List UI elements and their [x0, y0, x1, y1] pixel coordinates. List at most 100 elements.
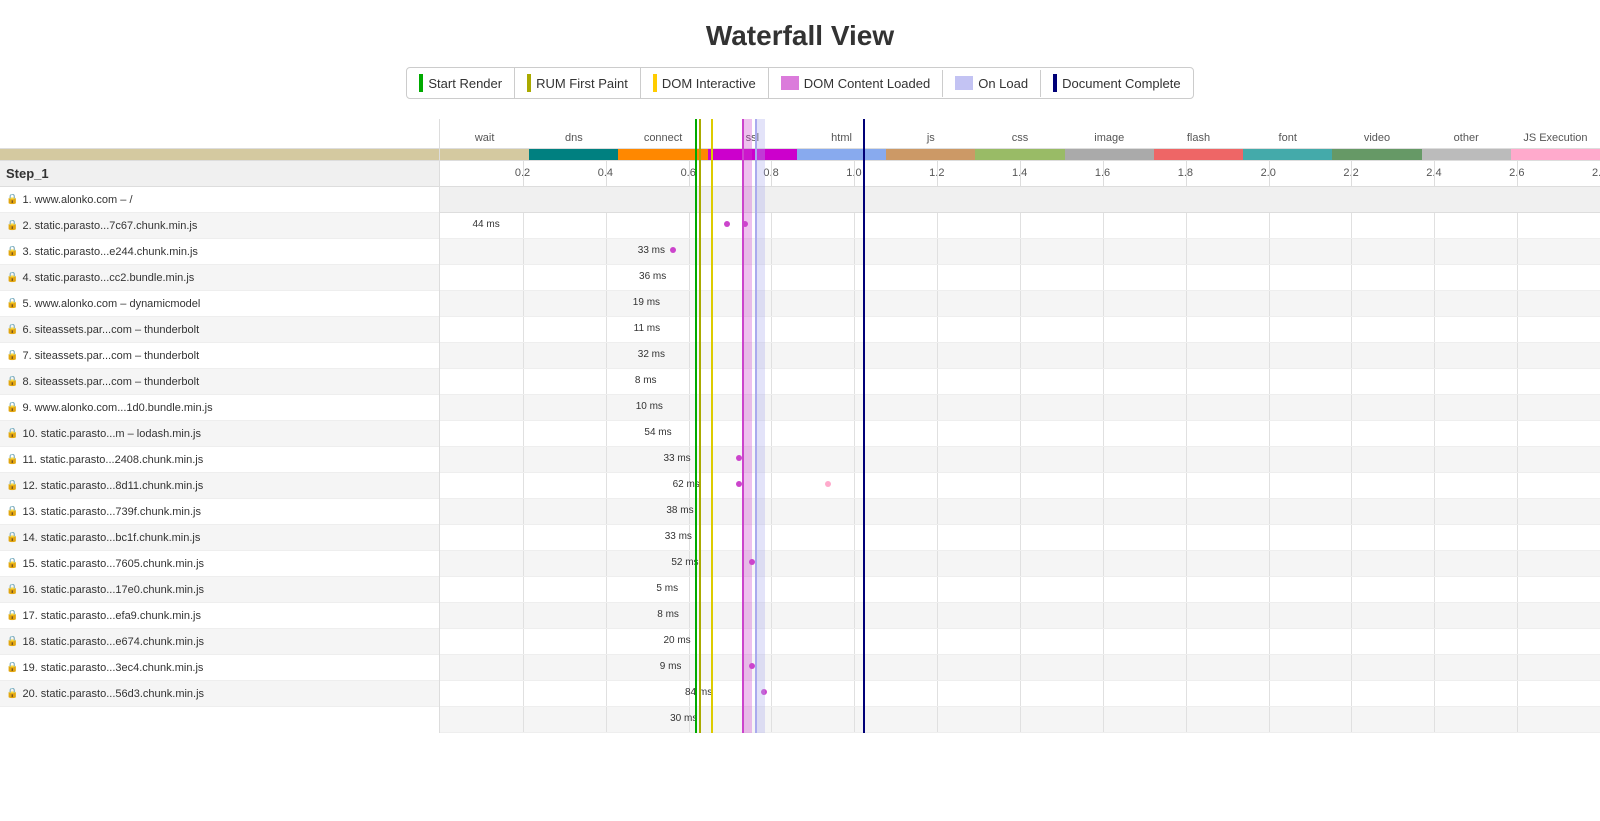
resource-label-1: 🔒 1. www.alonko.com – /	[0, 194, 440, 206]
dot2-1	[742, 221, 748, 227]
type-label-font: font	[1243, 132, 1332, 148]
chart-row-14: 52 ms	[440, 551, 1600, 577]
bar-label-18: 9 ms	[660, 661, 682, 672]
resource-label-13: 🔒 13. static.parasto...739f.chunk.min.js	[0, 506, 440, 518]
bar-label-8: 10 ms	[636, 401, 663, 412]
resource-label-7: 🔒 7. siteassets.par...com – thunderbolt	[0, 350, 440, 362]
dot1-10	[736, 455, 742, 461]
table-row: 🔒 14. static.parasto...bc1f.chunk.min.js	[0, 525, 439, 551]
resource-label-2: 🔒 2. static.parasto...7c67.chunk.min.js	[0, 220, 440, 232]
legend-item-rum-first-paint: RUM First Paint	[515, 68, 641, 98]
table-row: 🔒 19. static.parasto...3ec4.chunk.min.js	[0, 655, 439, 681]
table-row: 🔒 1. www.alonko.com – /	[0, 187, 439, 213]
resource-label-4: 🔒 4. static.parasto...cc2.bundle.min.js	[0, 272, 440, 284]
dot1-11	[736, 481, 742, 487]
chart-row-16: 8 ms	[440, 603, 1600, 629]
resource-label-15: 🔒 15. static.parasto...7605.chunk.min.js	[0, 558, 440, 570]
lock-icon: 🔒	[6, 688, 18, 699]
resource-label-20: 🔒 20. static.parasto...56d3.chunk.min.js	[0, 688, 440, 700]
bar-label-13: 33 ms	[665, 531, 692, 542]
legend-item-start-render: Start Render	[407, 68, 515, 98]
table-row: 🔒 12. static.parasto...8d11.chunk.min.js	[0, 473, 439, 499]
bar-label-10: 33 ms	[663, 453, 690, 464]
table-row: 🔒 11. static.parasto...2408.chunk.min.js	[0, 447, 439, 473]
type-label-js: js	[886, 132, 975, 148]
chart-row-9: 54 ms	[440, 421, 1600, 447]
lock-icon: 🔒	[6, 376, 18, 387]
chart-row-19: 84 ms	[440, 681, 1600, 707]
lock-icon: 🔒	[6, 506, 18, 517]
type-label-css: css	[975, 132, 1064, 148]
tick-2.8: 2.8	[1592, 167, 1600, 179]
lock-icon: 🔒	[6, 194, 18, 205]
lock-icon: 🔒	[6, 610, 18, 621]
page-title: Waterfall View	[0, 0, 1600, 67]
lock-icon: 🔒	[6, 246, 18, 257]
chart-row-10: 33 ms	[440, 447, 1600, 473]
chart-row-13: 33 ms	[440, 525, 1600, 551]
bar-label-11: 62 ms	[673, 479, 700, 490]
legend-label-rum-first-paint: RUM First Paint	[536, 76, 628, 91]
bar-label-19: 84 ms	[685, 687, 712, 698]
resource-label-19: 🔒 19. static.parasto...3ec4.chunk.min.js	[0, 662, 440, 674]
resource-label-6: 🔒 6. siteassets.par...com – thunderbolt	[0, 324, 440, 336]
chart-row-3: 36 ms	[440, 265, 1600, 291]
table-row: 🔒 17. static.parasto...efa9.chunk.min.js	[0, 603, 439, 629]
table-row: 🔒 18. static.parasto...e674.chunk.min.js	[0, 629, 439, 655]
chart-row-1: 44 ms	[440, 213, 1600, 239]
lock-icon: 🔒	[6, 324, 18, 335]
resource-label-3: 🔒 3. static.parasto...e244.chunk.min.js	[0, 246, 440, 258]
resource-label-8: 🔒 8. siteassets.par...com – thunderbolt	[0, 376, 440, 388]
dot1-1	[724, 221, 730, 227]
chart-row-18: 9 ms	[440, 655, 1600, 681]
resource-label-5: 🔒 5. www.alonko.com – dynamicmodel	[0, 298, 440, 310]
bar-label-3: 36 ms	[639, 271, 666, 282]
type-label-image: image	[1065, 132, 1154, 148]
table-row: 🔒 3. static.parasto...e244.chunk.min.js	[0, 239, 439, 265]
dot1-19	[761, 689, 767, 695]
legend-label-start-render: Start Render	[428, 76, 502, 91]
chart-row-2: 33 ms	[440, 239, 1600, 265]
lock-icon: 🔒	[6, 402, 18, 413]
dot1-14	[749, 559, 755, 565]
step-header: Step_1	[0, 161, 439, 187]
bar-label-1: 44 ms	[472, 219, 499, 230]
table-row: 🔒 9. www.alonko.com...1d0.bundle.min.js	[0, 395, 439, 421]
chart-row-7: 8 ms	[440, 369, 1600, 395]
chart-row-5: 11 ms	[440, 317, 1600, 343]
table-row: 🔒 4. static.parasto...cc2.bundle.min.js	[0, 265, 439, 291]
type-label-html: html	[797, 132, 886, 148]
chart-row-17: 20 ms	[440, 629, 1600, 655]
resource-label-12: 🔒 12. static.parasto...8d11.chunk.min.js	[0, 480, 440, 492]
lock-icon: 🔒	[6, 532, 18, 543]
type-label-other: other	[1422, 132, 1511, 148]
table-row: 🔒 10. static.parasto...m – lodash.min.js	[0, 421, 439, 447]
bar-label-5: 11 ms	[634, 323, 661, 334]
table-row: 🔒 2. static.parasto...7c67.chunk.min.js	[0, 213, 439, 239]
legend-item-dom-content-loaded: DOM Content Loaded	[769, 70, 943, 97]
lock-icon: 🔒	[6, 220, 18, 231]
chart-row-15: 5 ms	[440, 577, 1600, 603]
lock-icon: 🔒	[6, 428, 18, 439]
resource-label-14: 🔒 14. static.parasto...bc1f.chunk.min.js	[0, 532, 440, 544]
lock-icon: 🔒	[6, 558, 18, 569]
chart-row-6: 32 ms	[440, 343, 1600, 369]
type-label-video: video	[1332, 132, 1421, 148]
table-row: 🔒 7. siteassets.par...com – thunderbolt	[0, 343, 439, 369]
resource-label-17: 🔒 17. static.parasto...efa9.chunk.min.js	[0, 610, 440, 622]
type-label-dns: dns	[529, 132, 618, 148]
type-label-flash: flash	[1154, 132, 1243, 148]
type-label-wait: wait	[440, 132, 529, 148]
bar-label-20: 30 ms	[670, 713, 697, 724]
resource-label-10: 🔒 10. static.parasto...m – lodash.min.js	[0, 428, 440, 440]
legend-item-document-complete: Document Complete	[1041, 68, 1193, 98]
lock-icon: 🔒	[6, 584, 18, 595]
type-label-js-execution: JS Execution	[1511, 132, 1600, 148]
resource-label-16: 🔒 16. static.parasto...17e0.chunk.min.js	[0, 584, 440, 596]
bar-label-14: 52 ms	[671, 557, 698, 568]
bar-label-2: 33 ms	[638, 245, 665, 256]
dot1-2	[670, 247, 676, 253]
bar-label-15: 5 ms	[656, 583, 678, 594]
table-row: 🔒 13. static.parasto...739f.chunk.min.js	[0, 499, 439, 525]
table-row: 🔒 20. static.parasto...56d3.chunk.min.js	[0, 681, 439, 707]
